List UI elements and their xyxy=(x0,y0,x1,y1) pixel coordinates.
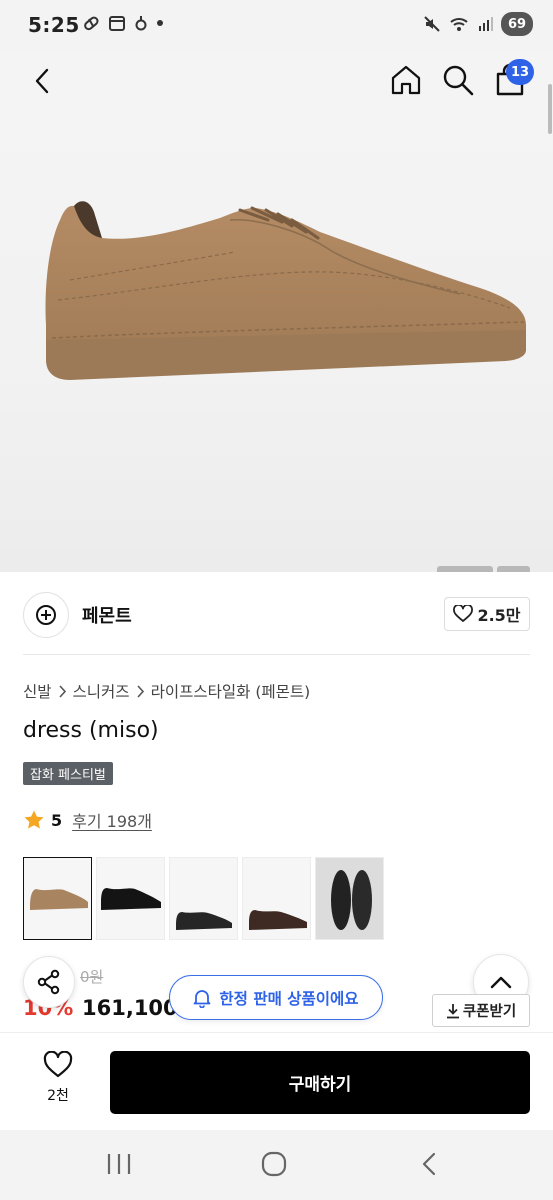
status-system-icons: 69 xyxy=(423,12,533,36)
color-option-brown[interactable] xyxy=(242,857,311,940)
status-time: 5:25 xyxy=(28,13,80,37)
battery-indicator: 69 xyxy=(501,12,533,36)
download-icon xyxy=(446,1003,459,1018)
shoe-thumbnail xyxy=(249,910,307,930)
brand-like-count: 2.5만 xyxy=(477,606,521,625)
color-option-miso[interactable] xyxy=(23,857,92,940)
color-option-black[interactable] xyxy=(169,857,238,940)
heart-icon xyxy=(453,605,474,622)
mute-icon xyxy=(424,16,440,32)
back-button[interactable] xyxy=(26,64,58,98)
signal-icon xyxy=(479,17,493,31)
cart-count-badge: 13 xyxy=(506,59,535,85)
chevron-right-icon xyxy=(58,684,66,698)
home-nav-icon[interactable] xyxy=(261,1151,287,1177)
brand-logo-icon xyxy=(36,605,56,625)
shoe-thumbnail xyxy=(101,888,161,910)
top-navigation xyxy=(0,50,553,112)
brand-name[interactable]: 페몬트 xyxy=(82,602,132,628)
dot-icon xyxy=(157,20,163,26)
shoe-thumbnail xyxy=(176,912,232,930)
breadcrumb: 신발 스니커즈 라이프스타일화 (페몬트) xyxy=(23,680,310,702)
chevron-left-icon xyxy=(35,68,49,94)
app-notification-icon xyxy=(135,16,147,31)
breadcrumb-item[interactable]: 라이프스타일화 (페몬트) xyxy=(151,680,311,702)
event-tag[interactable]: 잡화 페스티벌 xyxy=(23,762,113,785)
calendar-icon xyxy=(109,16,125,31)
color-options xyxy=(23,857,384,940)
shoe-thumbnail xyxy=(30,889,88,910)
breadcrumb-item[interactable]: 신발 xyxy=(23,680,52,702)
search-button[interactable] xyxy=(440,62,476,98)
heart-icon xyxy=(43,1051,73,1078)
status-bar: 5:25 69 xyxy=(0,0,553,50)
final-price: 161,100 xyxy=(82,996,178,1020)
review-count-link[interactable]: 후기 198개 xyxy=(72,808,152,832)
search-icon xyxy=(443,65,474,96)
limited-sale-label: 한정 판매 상품이에요 xyxy=(219,989,359,1008)
coupon-label: 쿠폰받기 xyxy=(462,1004,517,1020)
brand-logo[interactable] xyxy=(23,592,69,638)
wishlist-button[interactable]: 2천 xyxy=(30,1051,86,1115)
shoe-thumbnail xyxy=(331,870,372,930)
chevron-up-icon xyxy=(490,976,512,989)
recent-apps-icon[interactable] xyxy=(106,1152,132,1176)
original-price: 0원 xyxy=(80,968,104,986)
breadcrumb-item[interactable]: 스니커즈 xyxy=(73,680,130,702)
home-button[interactable] xyxy=(388,62,424,98)
scroll-indicator xyxy=(548,84,552,134)
pill-icon xyxy=(84,16,99,31)
product-title: dress (miso) xyxy=(23,718,159,743)
brand-like-button[interactable]: 2.5만 xyxy=(444,597,530,631)
rating-score: 5 xyxy=(51,810,63,830)
buy-button[interactable]: 구매하기 xyxy=(110,1051,530,1114)
brand-row: 페몬트 2.5만 xyxy=(0,572,553,656)
color-option-black-suede[interactable] xyxy=(96,857,165,940)
share-icon xyxy=(37,969,60,995)
home-icon xyxy=(391,65,421,95)
wifi-icon xyxy=(450,18,468,31)
purchase-bar: 2천 구매하기 xyxy=(0,1032,553,1130)
divider xyxy=(23,654,530,655)
product-image-gallery[interactable]: 1 / 4 xyxy=(0,50,553,572)
back-nav-icon[interactable] xyxy=(420,1151,438,1177)
bell-icon xyxy=(194,989,211,1008)
star-icon xyxy=(24,810,44,829)
chevron-right-icon xyxy=(136,684,144,698)
color-option-black-top-view[interactable] xyxy=(315,857,384,940)
coupon-download-button[interactable]: 쿠폰받기 xyxy=(432,994,530,1027)
status-notification-icons xyxy=(82,14,164,32)
limited-sale-notice[interactable]: 한정 판매 상품이에요 xyxy=(169,975,383,1020)
share-button[interactable] xyxy=(23,956,75,1008)
system-navigation-bar xyxy=(0,1130,553,1200)
rating-row: 5 후기 198개 xyxy=(23,808,152,832)
product-shoe-image xyxy=(45,201,526,380)
wishlist-count: 2천 xyxy=(47,1088,69,1104)
